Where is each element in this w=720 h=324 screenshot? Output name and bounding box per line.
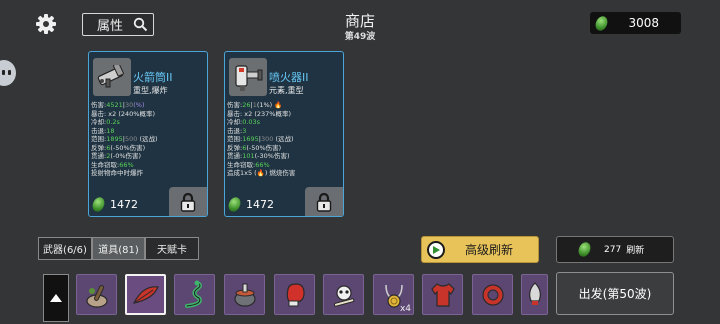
currency-display: 3008: [590, 12, 681, 34]
green-snake-icon: [184, 280, 202, 308]
red-shirt-icon: [430, 282, 455, 307]
card-description: 造成1x5 (🔥) 燃烧伤害: [227, 169, 296, 177]
stat-bounce: 反弹:6(-50%伤害): [227, 143, 282, 152]
item-slot[interactable]: [422, 274, 463, 315]
refresh-label: 刷新: [626, 246, 645, 256]
card-name: 火箭筒II: [133, 71, 173, 84]
lock-button[interactable]: [305, 187, 343, 216]
advanced-refresh-button[interactable]: 高级刷新: [421, 236, 539, 263]
arrow-up-icon: [50, 294, 62, 302]
attributes-label: 属性: [97, 19, 124, 34]
stat-range: 范围:1895|500 (远战): [91, 135, 158, 143]
stat-cooldown: 冷却:0.03s: [227, 118, 261, 126]
lock-button[interactable]: [169, 187, 207, 216]
red-ring-icon: [481, 283, 504, 306]
bone-skull-icon: [333, 284, 354, 307]
material-gem-icon: [90, 195, 107, 214]
side-character-icon[interactable]: [0, 60, 16, 86]
item-slot[interactable]: [174, 274, 215, 315]
item-slot[interactable]: [224, 274, 265, 315]
page-title: 商店: [344, 12, 375, 30]
rocket-icon: [528, 281, 541, 305]
stat-bounce: 反弹:6(-50%伤害): [91, 143, 146, 152]
video-play-icon: [427, 240, 445, 259]
tab-items[interactable]: 道具(81): [92, 237, 145, 260]
stat-pierce: 贯通:2(-0%伤害): [91, 152, 142, 160]
card-stats: 伤害:4521|30(%) 暴击: x2 (240%概率) 冷却:0.2s 击退…: [91, 101, 207, 178]
item-slot[interactable]: [274, 274, 315, 315]
boxing-glove-icon: [286, 282, 305, 306]
rocket-launcher-icon: [93, 58, 131, 96]
depart-button[interactable]: 出发(第50波): [556, 272, 674, 315]
padlock-icon: [316, 192, 332, 212]
card-tags: 元素,重型: [269, 86, 304, 95]
stat-damage: 伤害:26|1(1%) 🔥: [227, 101, 283, 109]
wave-indicator: 第49波: [344, 32, 376, 42]
card-description: 投射物命中时爆炸: [91, 169, 143, 177]
material-gem-icon: [226, 195, 243, 214]
item-slot[interactable]: [125, 274, 166, 315]
stat-range: 范围:1695|300 (远战): [227, 135, 294, 143]
refresh-button[interactable]: 277 刷新: [556, 236, 674, 263]
stat-crit: 暴击: x2 (240%概率): [91, 109, 155, 118]
shop-card-flamethrower[interactable]: 喷火器II 元素,重型 伤害:26|1(1%) 🔥 暴击: x2 (237%概率…: [224, 51, 344, 217]
refresh-cost: 277: [604, 244, 622, 255]
card-tags: 重型,爆炸: [133, 86, 168, 95]
price-amount: 1472: [246, 198, 274, 211]
mortar-pestle-icon: [85, 284, 108, 308]
card-name: 喷火器II: [269, 71, 309, 84]
settings-gear-icon[interactable]: [35, 13, 57, 35]
expand-up-button[interactable]: [43, 274, 69, 322]
material-gem-icon: [576, 240, 593, 259]
shop-card-rocket-launcher[interactable]: 火箭筒II 重型,爆炸 伤害:4521|30(%) 暴击: x2 (240%概率…: [88, 51, 208, 217]
price-amount: 1472: [110, 198, 138, 211]
advanced-refresh-label: 高级刷新: [465, 243, 514, 257]
stat-knockback: 击退:3: [227, 126, 247, 135]
item-slot[interactable]: [521, 274, 548, 315]
material-gem-icon: [593, 13, 610, 33]
tab-weapons[interactable]: 武器(6/6): [38, 237, 92, 260]
card-stats: 伤害:26|1(1%) 🔥 暴击: x2 (237%概率) 冷却:0.03s 击…: [227, 101, 343, 178]
stat-damage: 伤害:4521|30(%): [91, 101, 145, 109]
padlock-icon: [180, 192, 196, 212]
cooking-pot-icon: [233, 283, 256, 307]
item-slot[interactable]: x4: [373, 274, 414, 315]
tab-talent-cards[interactable]: 天赋卡: [145, 237, 199, 260]
attributes-button[interactable]: 属性: [82, 13, 154, 36]
red-feather-icon: [132, 285, 159, 304]
flamethrower-icon: [229, 58, 267, 96]
fire-icon: 🔥: [274, 101, 283, 109]
fire-icon: 🔥: [256, 169, 265, 177]
item-slot[interactable]: [472, 274, 513, 315]
item-slot[interactable]: [323, 274, 364, 315]
inventory-tabs: 武器(6/6) 道具(81) 天赋卡: [38, 237, 199, 260]
stat-knockback: 击退:18: [91, 126, 115, 135]
stat-cooldown: 冷却:0.2s: [91, 118, 120, 126]
stat-lifesteal: 生命窃取:66%: [91, 160, 134, 169]
item-slot[interactable]: [76, 274, 117, 315]
card-price[interactable]: 1472: [90, 195, 138, 214]
card-price[interactable]: 1472: [226, 195, 274, 214]
stat-crit: 暴击: x2 (237%概率): [227, 109, 291, 118]
stat-pierce: 贯通:101(-30%伤害): [227, 152, 290, 160]
item-count: x4: [399, 304, 411, 314]
search-icon: [133, 17, 148, 32]
currency-amount: 3008: [628, 16, 659, 30]
stat-lifesteal: 生命窃取:66%: [227, 160, 270, 169]
